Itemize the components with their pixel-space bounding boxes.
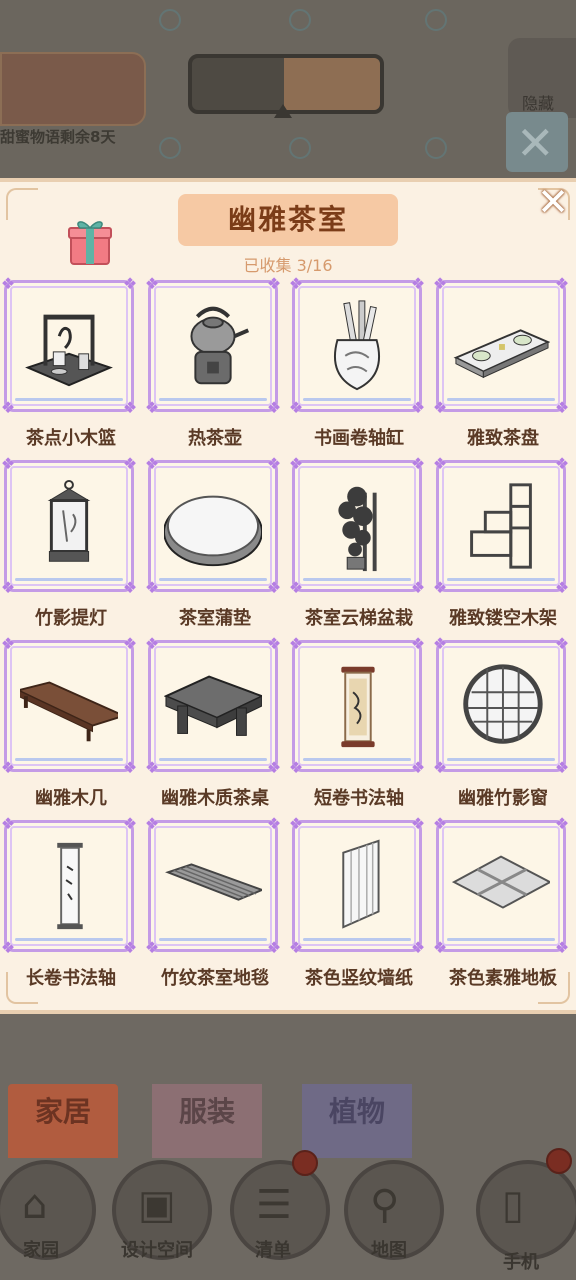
home-icon: ⌂: [22, 1182, 48, 1228]
lantern-icon: [47, 479, 91, 562]
round-window-icon: [463, 664, 543, 744]
nav-map-label: 地图: [371, 1240, 407, 1261]
wooden-shelf-icon: [470, 483, 532, 569]
item-card[interactable]: ❖ ❖ ❖ ❖: [1, 275, 137, 417]
long-scroll-icon: [57, 842, 83, 930]
map-pin-icon: ⚲: [370, 1182, 400, 1228]
item-card[interactable]: ❖ ❖ ❖ ❖: [289, 455, 425, 597]
collection-item[interactable]: ❖ ❖ ❖ ❖ 短卷书法轴: [288, 635, 425, 810]
item-card[interactable]: ❖ ❖ ❖ ❖: [145, 815, 281, 957]
item-card[interactable]: ❖ ❖ ❖ ❖: [1, 815, 137, 957]
item-card[interactable]: ❖ ❖ ❖ ❖: [433, 275, 569, 417]
item-label: 长卷书法轴: [26, 968, 116, 989]
item-card[interactable]: ❖ ❖ ❖ ❖: [1, 455, 137, 597]
collection-item[interactable]: ❖ ❖ ❖ ❖ 雅致茶盘: [432, 275, 569, 450]
tab-plants[interactable]: 植物: [302, 1084, 412, 1158]
item-label: 雅致镂空木架: [449, 608, 557, 629]
phone-icon: ▯: [502, 1182, 525, 1228]
collection-item[interactable]: ❖ ❖ ❖ ❖ 幽雅木质茶桌: [144, 635, 281, 810]
teapot-icon: [190, 306, 250, 385]
floor-icon: [452, 855, 550, 909]
nav-design-label: 设计空间: [121, 1240, 193, 1261]
item-label: 茶色竖纹墙纸: [305, 968, 413, 989]
collection-item[interactable]: ❖ ❖ ❖ ❖ 幽雅木几: [0, 635, 137, 810]
cushion-icon: [164, 495, 262, 567]
low-table-icon: [20, 681, 118, 742]
item-label: 茶室蒲垫: [179, 608, 251, 629]
collection-item[interactable]: ❖ ❖ ❖ ❖ 茶室蒲垫: [144, 455, 281, 630]
item-label: 雅致茶盘: [467, 428, 539, 449]
tab-clothes[interactable]: 服装: [152, 1084, 262, 1158]
item-card[interactable]: ❖ ❖ ❖ ❖: [145, 275, 281, 417]
collected-count: 已收集 3/16: [243, 256, 333, 275]
item-card[interactable]: ❖ ❖ ❖ ❖: [1, 635, 137, 777]
wallpaper-icon: [342, 839, 380, 929]
item-label: 竹纹茶室地毯: [161, 968, 269, 989]
item-card[interactable]: ❖ ❖ ❖ ❖: [433, 815, 569, 957]
hide-button[interactable]: 隐藏: [508, 38, 576, 118]
nav-list-label: 清单: [255, 1240, 291, 1261]
design-icon: ▣: [138, 1182, 176, 1228]
potted-plant-icon: [338, 486, 377, 572]
collection-item[interactable]: ❖ ❖ ❖ ❖ 茶色竖纹墙纸: [288, 815, 425, 990]
collection-item[interactable]: ❖ ❖ ❖ ❖ 茶色素雅地板: [432, 815, 569, 990]
scroll-vase-icon: [333, 300, 381, 391]
tea-tray-icon: [453, 329, 550, 379]
collection-item[interactable]: ❖ ❖ ❖ ❖ 幽雅竹影窗: [432, 635, 569, 810]
up-arrow-icon: [274, 104, 292, 118]
item-label: 幽雅木质茶桌: [161, 788, 269, 809]
item-card[interactable]: ❖ ❖ ❖ ❖: [289, 815, 425, 957]
tea-snack-basket-icon: [25, 314, 113, 387]
item-label: 书画卷轴缸: [314, 428, 404, 449]
close-button[interactable]: ✕: [534, 183, 572, 222]
list-icon: ☰: [256, 1182, 292, 1228]
nav-phone-label: 手机: [503, 1252, 539, 1273]
collection-title: 幽雅茶室: [178, 194, 398, 246]
item-card[interactable]: ❖ ❖ ❖ ❖: [145, 455, 281, 597]
nav-phone-button[interactable]: ▯: [476, 1160, 576, 1260]
bamboo-rug-icon: [165, 863, 262, 901]
notification-dot: [292, 1150, 318, 1176]
collection-item[interactable]: ❖ ❖ ❖ ❖ 茶室云梯盆栽: [288, 455, 425, 630]
item-label: 茶点小木篮: [26, 428, 116, 449]
item-card[interactable]: ❖ ❖ ❖ ❖: [145, 635, 281, 777]
event-remaining-text: 甜蜜物语剩余8天: [0, 128, 116, 146]
item-card[interactable]: ❖ ❖ ❖ ❖: [433, 635, 569, 777]
item-label: 热茶壶: [188, 428, 242, 449]
item-label: 竹影提灯: [35, 608, 107, 629]
notification-dot: [546, 1148, 572, 1174]
item-card[interactable]: ❖ ❖ ❖ ❖: [433, 455, 569, 597]
tab-home[interactable]: 家居: [8, 1084, 118, 1158]
item-card[interactable]: ❖ ❖ ❖ ❖: [289, 635, 425, 777]
hide-label: 隐藏: [522, 94, 555, 113]
collection-item[interactable]: ❖ ❖ ❖ ❖ 书画卷轴缸: [288, 275, 425, 450]
collection-item[interactable]: ❖ ❖ ❖ ❖ 长卷书法轴: [0, 815, 137, 990]
item-label: 幽雅竹影窗: [458, 788, 548, 809]
item-label: 茶室云梯盆栽: [305, 608, 413, 629]
collection-item[interactable]: ❖ ❖ ❖ ❖ 雅致镂空木架: [432, 455, 569, 630]
short-scroll-icon: [341, 666, 375, 748]
item-label: 短卷书法轴: [314, 788, 404, 809]
tea-table-icon: [164, 675, 262, 736]
item-label: 幽雅木几: [35, 788, 107, 809]
collection-item[interactable]: ❖ ❖ ❖ ❖ 竹纹茶室地毯: [144, 815, 281, 990]
gift-icon[interactable]: [68, 216, 112, 266]
collection-item[interactable]: ❖ ❖ ❖ ❖ 茶点小木篮: [0, 275, 137, 450]
nav-home-label: 家园: [23, 1240, 59, 1261]
background-close-icon: ✕: [506, 112, 568, 172]
event-banner[interactable]: [0, 52, 146, 126]
item-label: 茶色素雅地板: [449, 968, 557, 989]
collection-item[interactable]: ❖ ❖ ❖ ❖ 热茶壶: [144, 275, 281, 450]
item-card[interactable]: ❖ ❖ ❖ ❖: [289, 275, 425, 417]
collection-item[interactable]: ❖ ❖ ❖ ❖ 竹影提灯: [0, 455, 137, 630]
